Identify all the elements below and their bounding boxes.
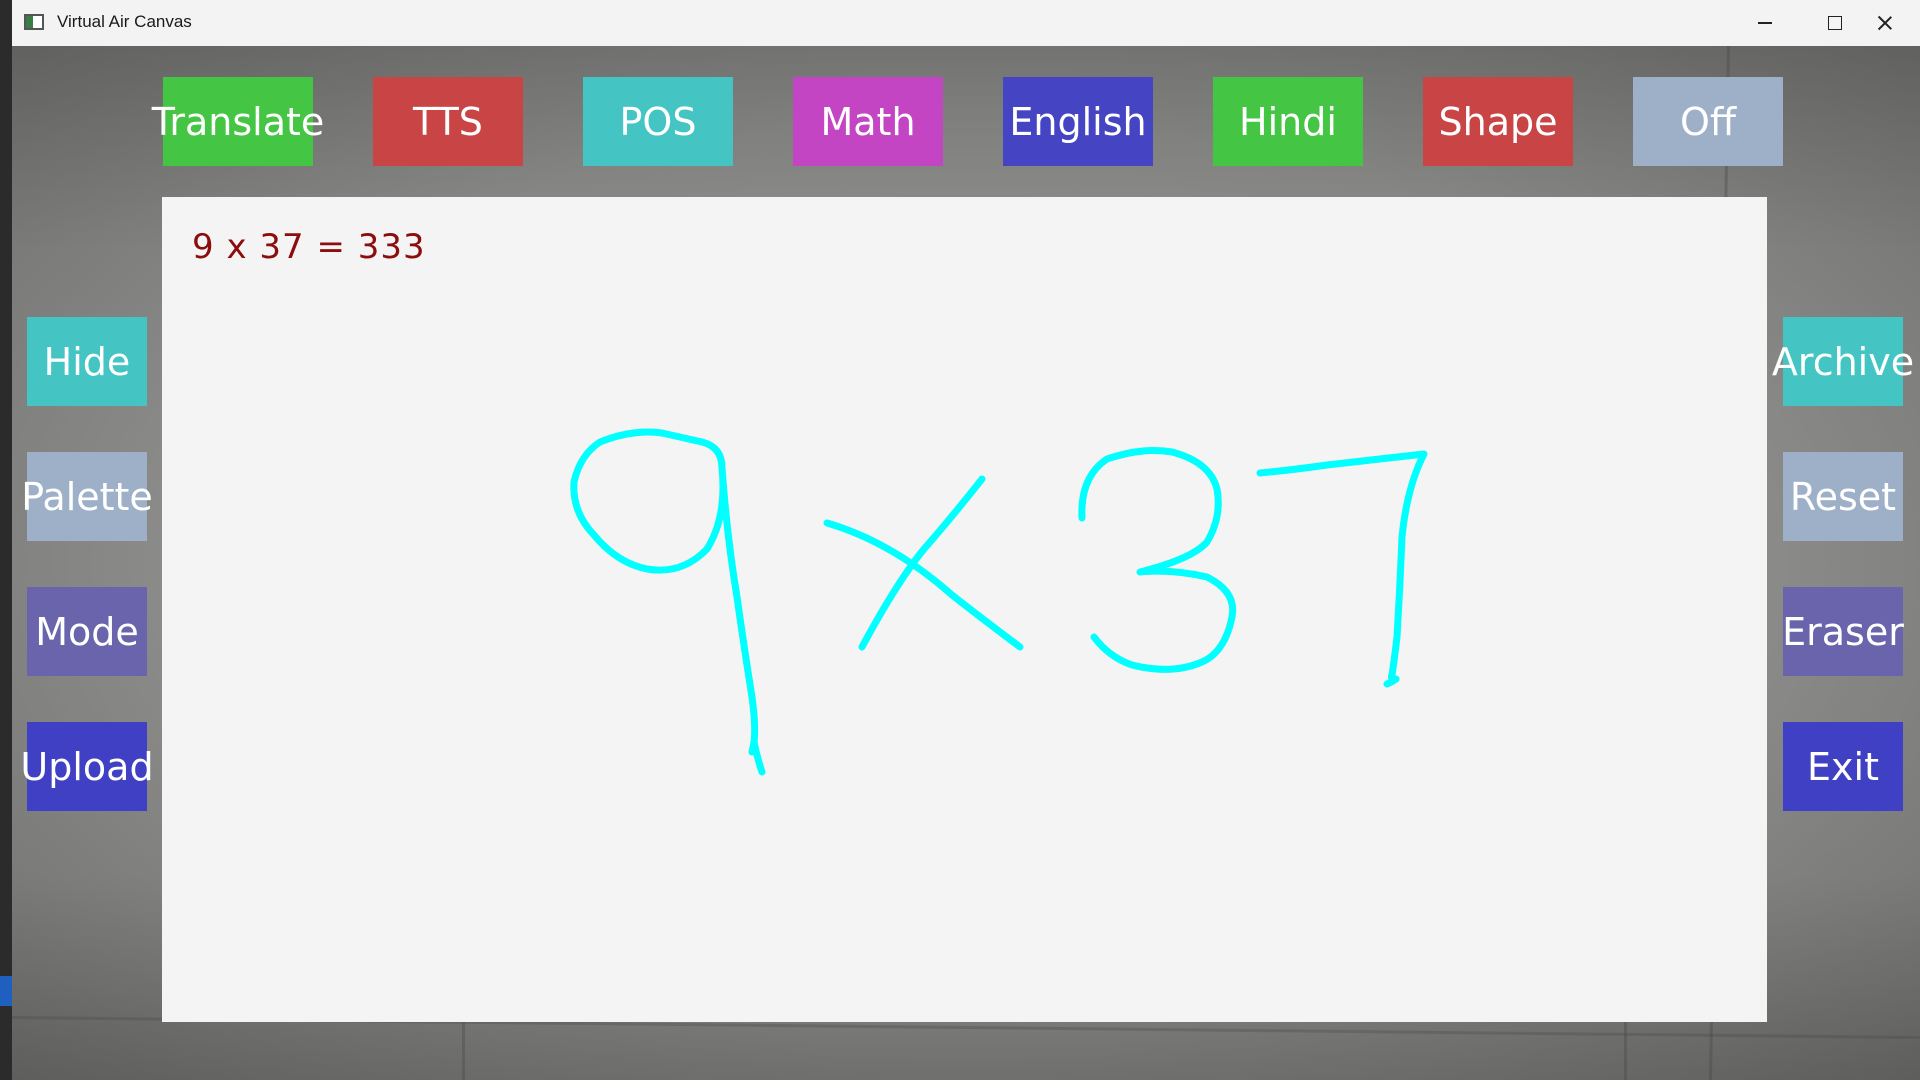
hide-button[interactable]: Hide bbox=[27, 317, 147, 406]
tts-button[interactable]: TTS bbox=[373, 77, 523, 166]
english-button-label: English bbox=[1009, 99, 1147, 144]
eraser-button-label: Eraser bbox=[1782, 609, 1904, 654]
math-button-label: Math bbox=[820, 99, 916, 144]
handwriting-strokes bbox=[570, 428, 1428, 776]
mode-button[interactable]: Mode bbox=[27, 587, 147, 676]
math-button[interactable]: Math bbox=[793, 77, 943, 166]
tts-button-label: TTS bbox=[413, 99, 483, 144]
hindi-button[interactable]: Hindi bbox=[1213, 77, 1363, 166]
pos-button[interactable]: POS bbox=[583, 77, 733, 166]
drawing-canvas[interactable]: 9 x 37 = 333 bbox=[162, 197, 1767, 1022]
stroke-digit-9-tail bbox=[750, 738, 766, 776]
stroke-digit-3 bbox=[1078, 447, 1237, 673]
stroke-digit-7 bbox=[1256, 450, 1428, 683]
off-button[interactable]: Off bbox=[1633, 77, 1783, 166]
upload-button-label: Upload bbox=[20, 744, 154, 789]
archive-button[interactable]: Archive bbox=[1772, 317, 1914, 406]
hide-button-label: Hide bbox=[43, 339, 131, 384]
translate-button[interactable]: Translate bbox=[152, 77, 324, 166]
mode-button-label: Mode bbox=[35, 609, 139, 654]
taskbar-edge bbox=[0, 976, 12, 1006]
title-bar[interactable]: Virtual Air Canvas bbox=[12, 0, 1920, 46]
upload-button[interactable]: Upload bbox=[20, 722, 154, 811]
stroke-x-2 bbox=[858, 475, 986, 651]
shape-button-label: Shape bbox=[1438, 99, 1558, 144]
off-button-label: Off bbox=[1679, 99, 1737, 144]
minimize-button[interactable] bbox=[1730, 0, 1800, 46]
close-button[interactable] bbox=[1850, 0, 1920, 46]
eraser-button[interactable]: Eraser bbox=[1782, 587, 1904, 676]
shape-button[interactable]: Shape bbox=[1423, 77, 1573, 166]
hindi-button-label: Hindi bbox=[1239, 99, 1337, 144]
palette-button[interactable]: Palette bbox=[21, 452, 153, 541]
minimize-icon bbox=[1758, 22, 1772, 24]
palette-button-label: Palette bbox=[21, 474, 153, 519]
stroke-digit-7-foot bbox=[1383, 675, 1400, 688]
close-icon bbox=[1877, 15, 1893, 31]
archive-button-label: Archive bbox=[1771, 339, 1915, 384]
maximize-icon bbox=[1828, 16, 1842, 30]
app-window: Virtual Air Canvas Translate TTS POS Mat… bbox=[12, 0, 1920, 1080]
pos-button-label: POS bbox=[619, 99, 697, 144]
reset-button[interactable]: Reset bbox=[1783, 452, 1903, 541]
english-button[interactable]: English bbox=[1003, 77, 1153, 166]
camera-feed: Translate TTS POS Math English Hindi Sha… bbox=[12, 46, 1920, 1080]
exit-button-label: Exit bbox=[1807, 744, 1879, 789]
exit-button[interactable]: Exit bbox=[1783, 722, 1903, 811]
stroke-x-1 bbox=[823, 519, 1024, 651]
stroke-digit-9 bbox=[570, 428, 759, 756]
app-icon bbox=[24, 14, 44, 30]
reset-button-label: Reset bbox=[1789, 474, 1897, 519]
window-title: Virtual Air Canvas bbox=[57, 12, 192, 31]
translate-button-label: Translate bbox=[151, 99, 325, 144]
